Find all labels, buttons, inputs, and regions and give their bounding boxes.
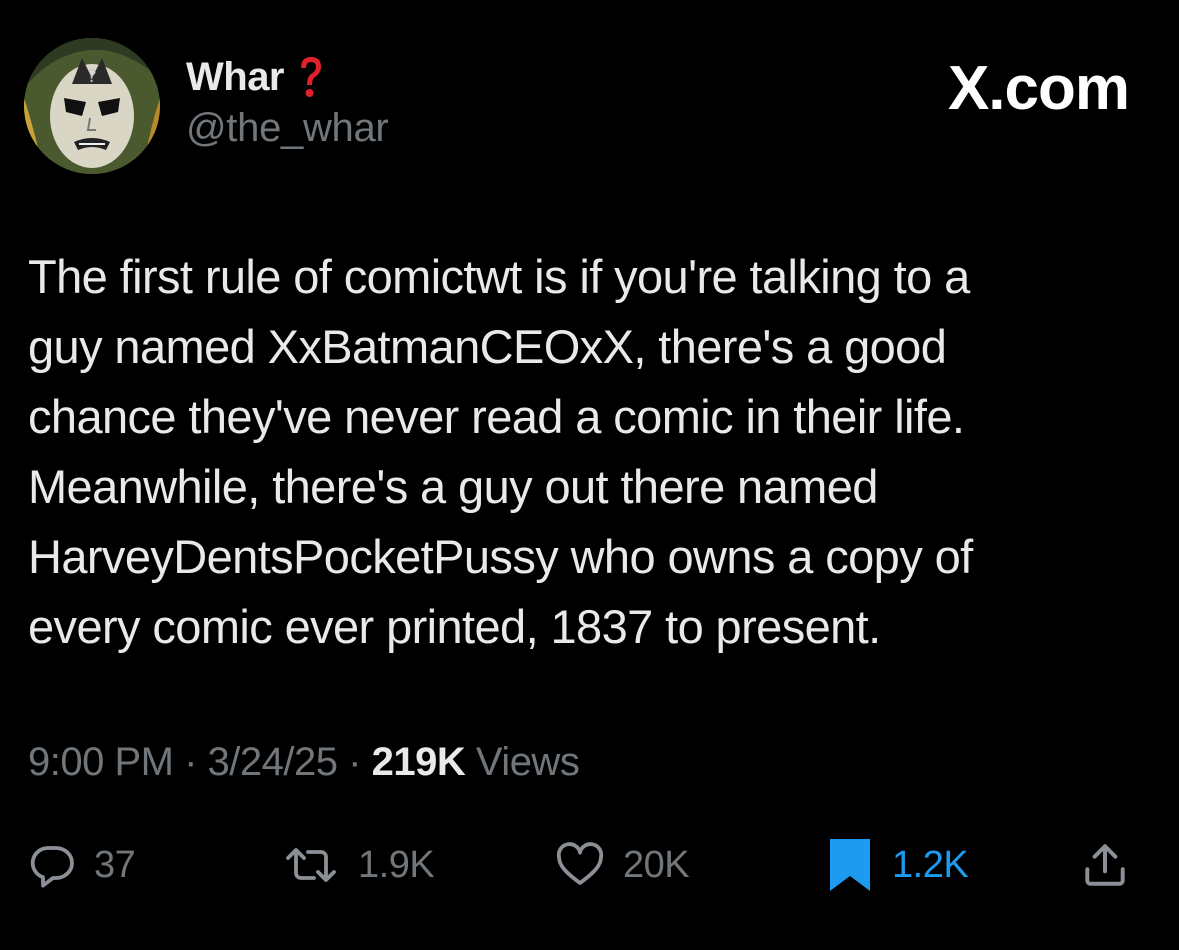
views-label: Views — [475, 740, 580, 784]
tweet-line: every comic ever printed, 1837 to presen… — [28, 600, 881, 653]
tweet-line: HarveyDentsPocketPussy who owns a copy o… — [28, 530, 973, 583]
tweet-time[interactable]: 9:00 PM — [28, 740, 174, 784]
avatar-image: ? — [24, 38, 160, 174]
avatar[interactable]: ? — [24, 38, 160, 174]
tweet-line: Meanwhile, there's a guy out there named — [28, 460, 878, 513]
like-button[interactable]: 20K — [555, 830, 690, 900]
svg-text:?: ? — [87, 66, 97, 87]
tweet-line: chance they've never read a comic in the… — [28, 390, 965, 443]
reply-icon — [30, 846, 74, 888]
tweet-line: The first rule of comictwt is if you're … — [28, 250, 970, 303]
reply-count: 37 — [94, 843, 136, 886]
share-button[interactable] — [1080, 830, 1130, 900]
views-count: 219K — [371, 740, 466, 784]
brand-watermark: X.com — [947, 54, 1130, 124]
tweet-text: The first rule of comictwt is if you're … — [28, 242, 1148, 662]
author-display-name[interactable]: Whar — [186, 55, 285, 100]
meta-separator: · — [348, 740, 361, 784]
tweet-date[interactable]: 3/24/25 — [208, 740, 338, 784]
action-bar: 37 1.9K 20K 1.2K — [0, 830, 1179, 900]
bookmark-icon — [830, 839, 870, 891]
retweet-count: 1.9K — [358, 843, 435, 886]
bookmark-count: 1.2K — [892, 843, 969, 886]
author-handle[interactable]: @the_whar — [186, 106, 389, 151]
like-count: 20K — [623, 843, 690, 886]
author-name-row: Whar — [186, 52, 326, 102]
reply-button[interactable]: 37 — [28, 830, 136, 900]
bookmark-button[interactable]: 1.2K — [826, 830, 969, 900]
brand-text: X.com — [947, 54, 1130, 123]
share-icon — [1085, 844, 1125, 886]
tweet-line: guy named XxBatmanCEOxX, there's a good — [28, 320, 947, 373]
retweet-icon — [286, 848, 336, 882]
tweet-meta: 9:00 PM · 3/24/25 · 219K Views — [28, 740, 580, 785]
retweet-button[interactable]: 1.9K — [282, 830, 435, 900]
red-question-mark-icon — [301, 57, 321, 97]
heart-icon — [556, 842, 604, 885]
meta-separator: · — [184, 740, 197, 784]
